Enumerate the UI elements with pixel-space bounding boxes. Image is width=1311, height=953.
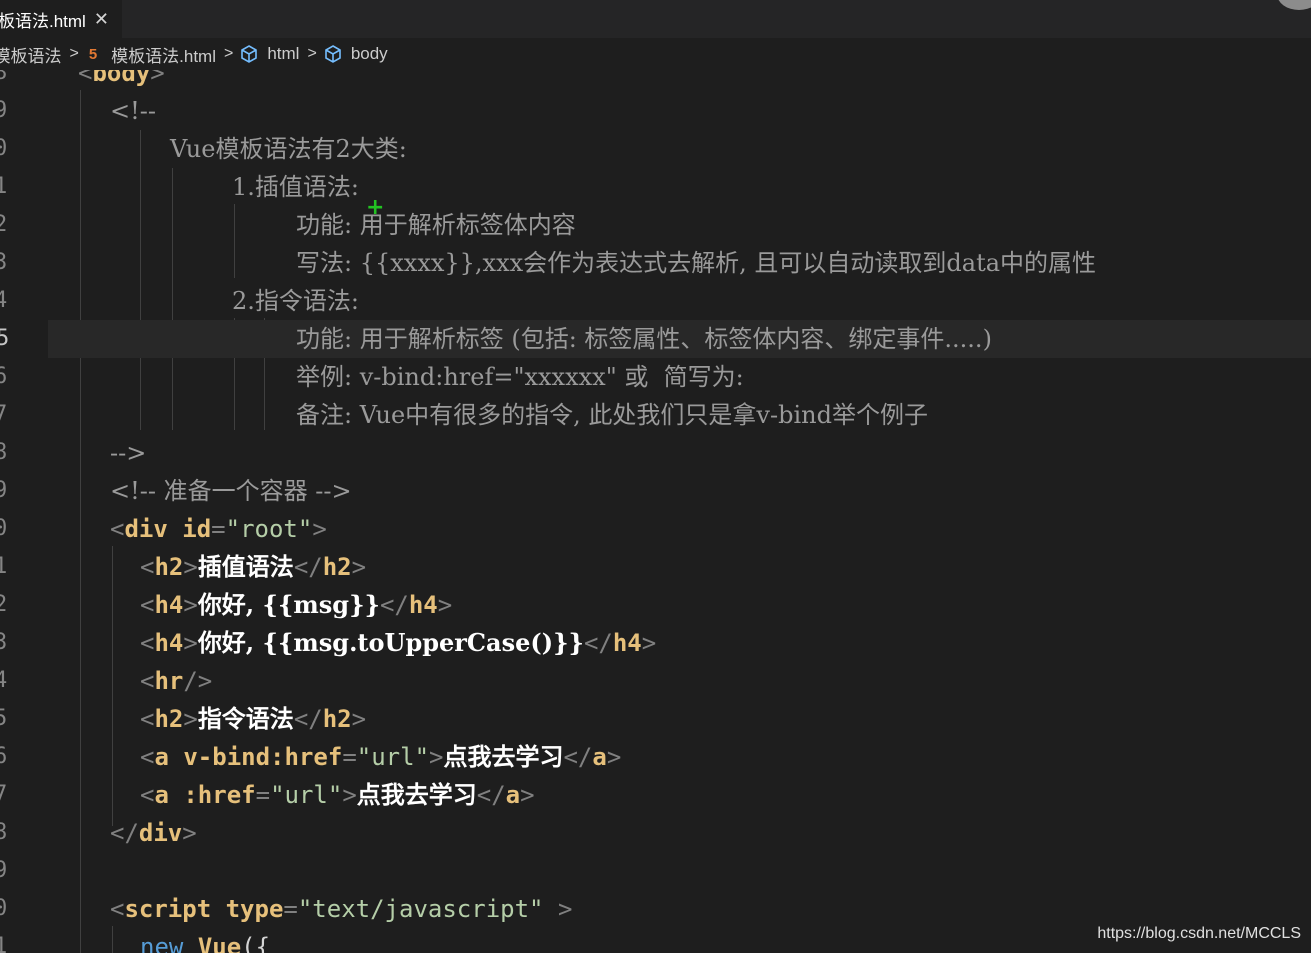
tab-bar: 板语法.html ✕ xyxy=(0,0,1311,38)
code-line[interactable]: 1 1.插值语法: xyxy=(0,168,1311,206)
mouse-cursor-icon: + xyxy=(366,195,385,220)
code-text: </div> xyxy=(110,819,197,847)
line-number: 8 xyxy=(0,440,8,465)
code-line[interactable]: 3 写法: {{xxxx}},xxx会作为表达式去解析, 且可以自动读取到dat… xyxy=(0,244,1311,282)
line-number: 8 xyxy=(0,70,8,85)
line-number: 2 xyxy=(0,212,8,237)
code-text: <h2>插值语法</h2> xyxy=(140,552,367,581)
html5-file-icon: 5 xyxy=(88,45,98,63)
code-text: <h4>你好, {{msg}}</h4> xyxy=(140,590,453,619)
editor-tab[interactable]: 板语法.html ✕ xyxy=(0,0,122,38)
close-icon[interactable]: ✕ xyxy=(94,9,109,30)
line-number: 4 xyxy=(0,668,8,693)
code-line[interactable]: 3 <h4>你好, {{msg.toUpperCase()}}</h4> xyxy=(0,624,1311,662)
code-line[interactable]: 0 <div id="root"> xyxy=(0,510,1311,548)
code-line[interactable]: 9 <!-- 准备一个容器 --> xyxy=(0,472,1311,510)
line-number: 0 xyxy=(0,136,8,161)
line-number: 9 xyxy=(0,98,8,123)
breadcrumb-separator-icon: > xyxy=(224,45,234,62)
code-line[interactable]: 6 举例: v-bind:href="xxxxxx" 或 简写为: xyxy=(0,358,1311,396)
line-number: 7 xyxy=(0,402,8,427)
code-text: <!-- xyxy=(110,97,156,125)
code-line[interactable]: 5 <h2>指令语法</h2> xyxy=(0,700,1311,738)
code-text: 功能: 用于解析标签体内容 xyxy=(296,211,576,239)
code-line-active[interactable]: 5 功能: 用于解析标签 (包括: 标签属性、标签体内容、绑定事件.....) xyxy=(0,320,1311,358)
tag-name: body xyxy=(92,70,151,87)
code-line[interactable]: 8 </div> xyxy=(0,814,1311,852)
code-text: <h2>指令语法</h2> xyxy=(140,704,367,733)
code-line[interactable]: 0 <script type="text/javascript" > xyxy=(0,890,1311,928)
avatar[interactable] xyxy=(1277,0,1311,10)
breadcrumb-html[interactable]: html xyxy=(239,44,299,64)
code-line[interactable]: 8 <body> xyxy=(0,70,1311,92)
code-text: 2.指令语法: xyxy=(232,287,359,315)
line-number: 9 xyxy=(0,858,8,883)
code-line[interactable]: 8 --> xyxy=(0,434,1311,472)
line-number: 1 xyxy=(0,934,8,953)
line-number: 9 xyxy=(0,478,8,503)
line-number: 7 xyxy=(0,782,8,807)
breadcrumb-body-label: body xyxy=(350,44,388,63)
code-line[interactable]: 4 <hr/> xyxy=(0,662,1311,700)
code-text: 举例: v-bind:href="xxxxxx" 或 简写为: xyxy=(296,363,744,391)
code-line[interactable]: 2 功能: 用于解析标签体内容 xyxy=(0,206,1311,244)
code-text: <script type="text/javascript" > xyxy=(110,895,573,923)
bracket: < xyxy=(78,70,93,87)
cube-symbol-icon xyxy=(241,45,258,63)
code-text: new Vue({ xyxy=(140,933,271,953)
breadcrumb-folder[interactable]: e模板语法 xyxy=(0,42,61,67)
code-line[interactable]: 0 Vue模板语法有2大类: xyxy=(0,130,1311,168)
code-text: 功能: 用于解析标签 (包括: 标签属性、标签体内容、绑定事件.....) xyxy=(296,325,992,353)
breadcrumb-file[interactable]: 5 模板语法.html xyxy=(85,42,216,67)
line-number: 1 xyxy=(0,554,8,579)
code-text: 备注: Vue中有很多的指令, 此处我们只是拿v-bind举个例子 xyxy=(296,401,928,429)
code-line[interactable]: 9 xyxy=(0,852,1311,890)
breadcrumb-separator-icon: > xyxy=(307,45,317,62)
code-text: <a :href="url">点我去学习</a> xyxy=(140,780,535,809)
cube-symbol-icon xyxy=(325,45,341,63)
code-text: --> xyxy=(110,439,147,467)
line-number: 2 xyxy=(0,592,8,617)
breadcrumb-html-label: html xyxy=(267,44,300,63)
watermark: https://blog.csdn.net/MCCLS xyxy=(1097,925,1301,942)
code-line[interactable]: 7 备注: Vue中有很多的指令, 此处我们只是拿v-bind举个例子 xyxy=(0,396,1311,434)
code-text: <body> xyxy=(78,70,165,92)
line-number: 5 xyxy=(0,706,8,731)
line-number: 6 xyxy=(0,744,8,769)
code-line[interactable]: 7 <a :href="url">点我去学习</a> xyxy=(0,776,1311,814)
code-text: 1.插值语法: xyxy=(232,173,359,201)
code-line[interactable]: 2 <h4>你好, {{msg}}</h4> xyxy=(0,586,1311,624)
tab-label[interactable]: 板语法.html xyxy=(0,7,86,32)
line-number: 0 xyxy=(0,516,8,541)
breadcrumb-file-label: 模板语法.html xyxy=(111,46,216,66)
breadcrumb-folder-label: e模板语法 xyxy=(0,46,62,66)
line-number: 3 xyxy=(0,630,8,655)
code-line[interactable]: 1 <h2>插值语法</h2> xyxy=(0,548,1311,586)
code-text: <!-- 准备一个容器 --> xyxy=(110,477,352,505)
code-text: <div id="root"> xyxy=(110,515,327,543)
line-number: 1 xyxy=(0,174,8,199)
code-text: <hr/> xyxy=(140,667,213,695)
code-line[interactable]: 9 <!-- xyxy=(0,92,1311,130)
code-text: <a v-bind:href="url">点我去学习</a> xyxy=(140,742,622,771)
bracket: > xyxy=(150,70,165,87)
line-number: 8 xyxy=(0,820,8,845)
line-number: 4 xyxy=(0,288,8,313)
code-editor[interactable]: 8 <body> 9 <!-- 0 Vue模板语法有2大类: 1 1.插值语法:… xyxy=(0,70,1311,953)
breadcrumb-body[interactable]: body xyxy=(323,44,388,64)
code-line[interactable]: 4 2.指令语法: xyxy=(0,282,1311,320)
line-number: 0 xyxy=(0,896,8,921)
line-number: 6 xyxy=(0,364,8,389)
breadcrumb-separator-icon: > xyxy=(69,45,79,62)
code-text: 写法: {{xxxx}},xxx会作为表达式去解析, 且可以自动读取到data中… xyxy=(296,249,1097,277)
line-number: 5 xyxy=(0,326,10,351)
code-line[interactable]: 6 <a v-bind:href="url">点我去学习</a> xyxy=(0,738,1311,776)
breadcrumb: e模板语法 > 5 模板语法.html > html > body xyxy=(0,38,1311,70)
code-text: Vue模板语法有2大类: xyxy=(170,135,407,163)
line-number: 3 xyxy=(0,250,8,275)
code-text: <h4>你好, {{msg.toUpperCase()}}</h4> xyxy=(140,628,657,657)
